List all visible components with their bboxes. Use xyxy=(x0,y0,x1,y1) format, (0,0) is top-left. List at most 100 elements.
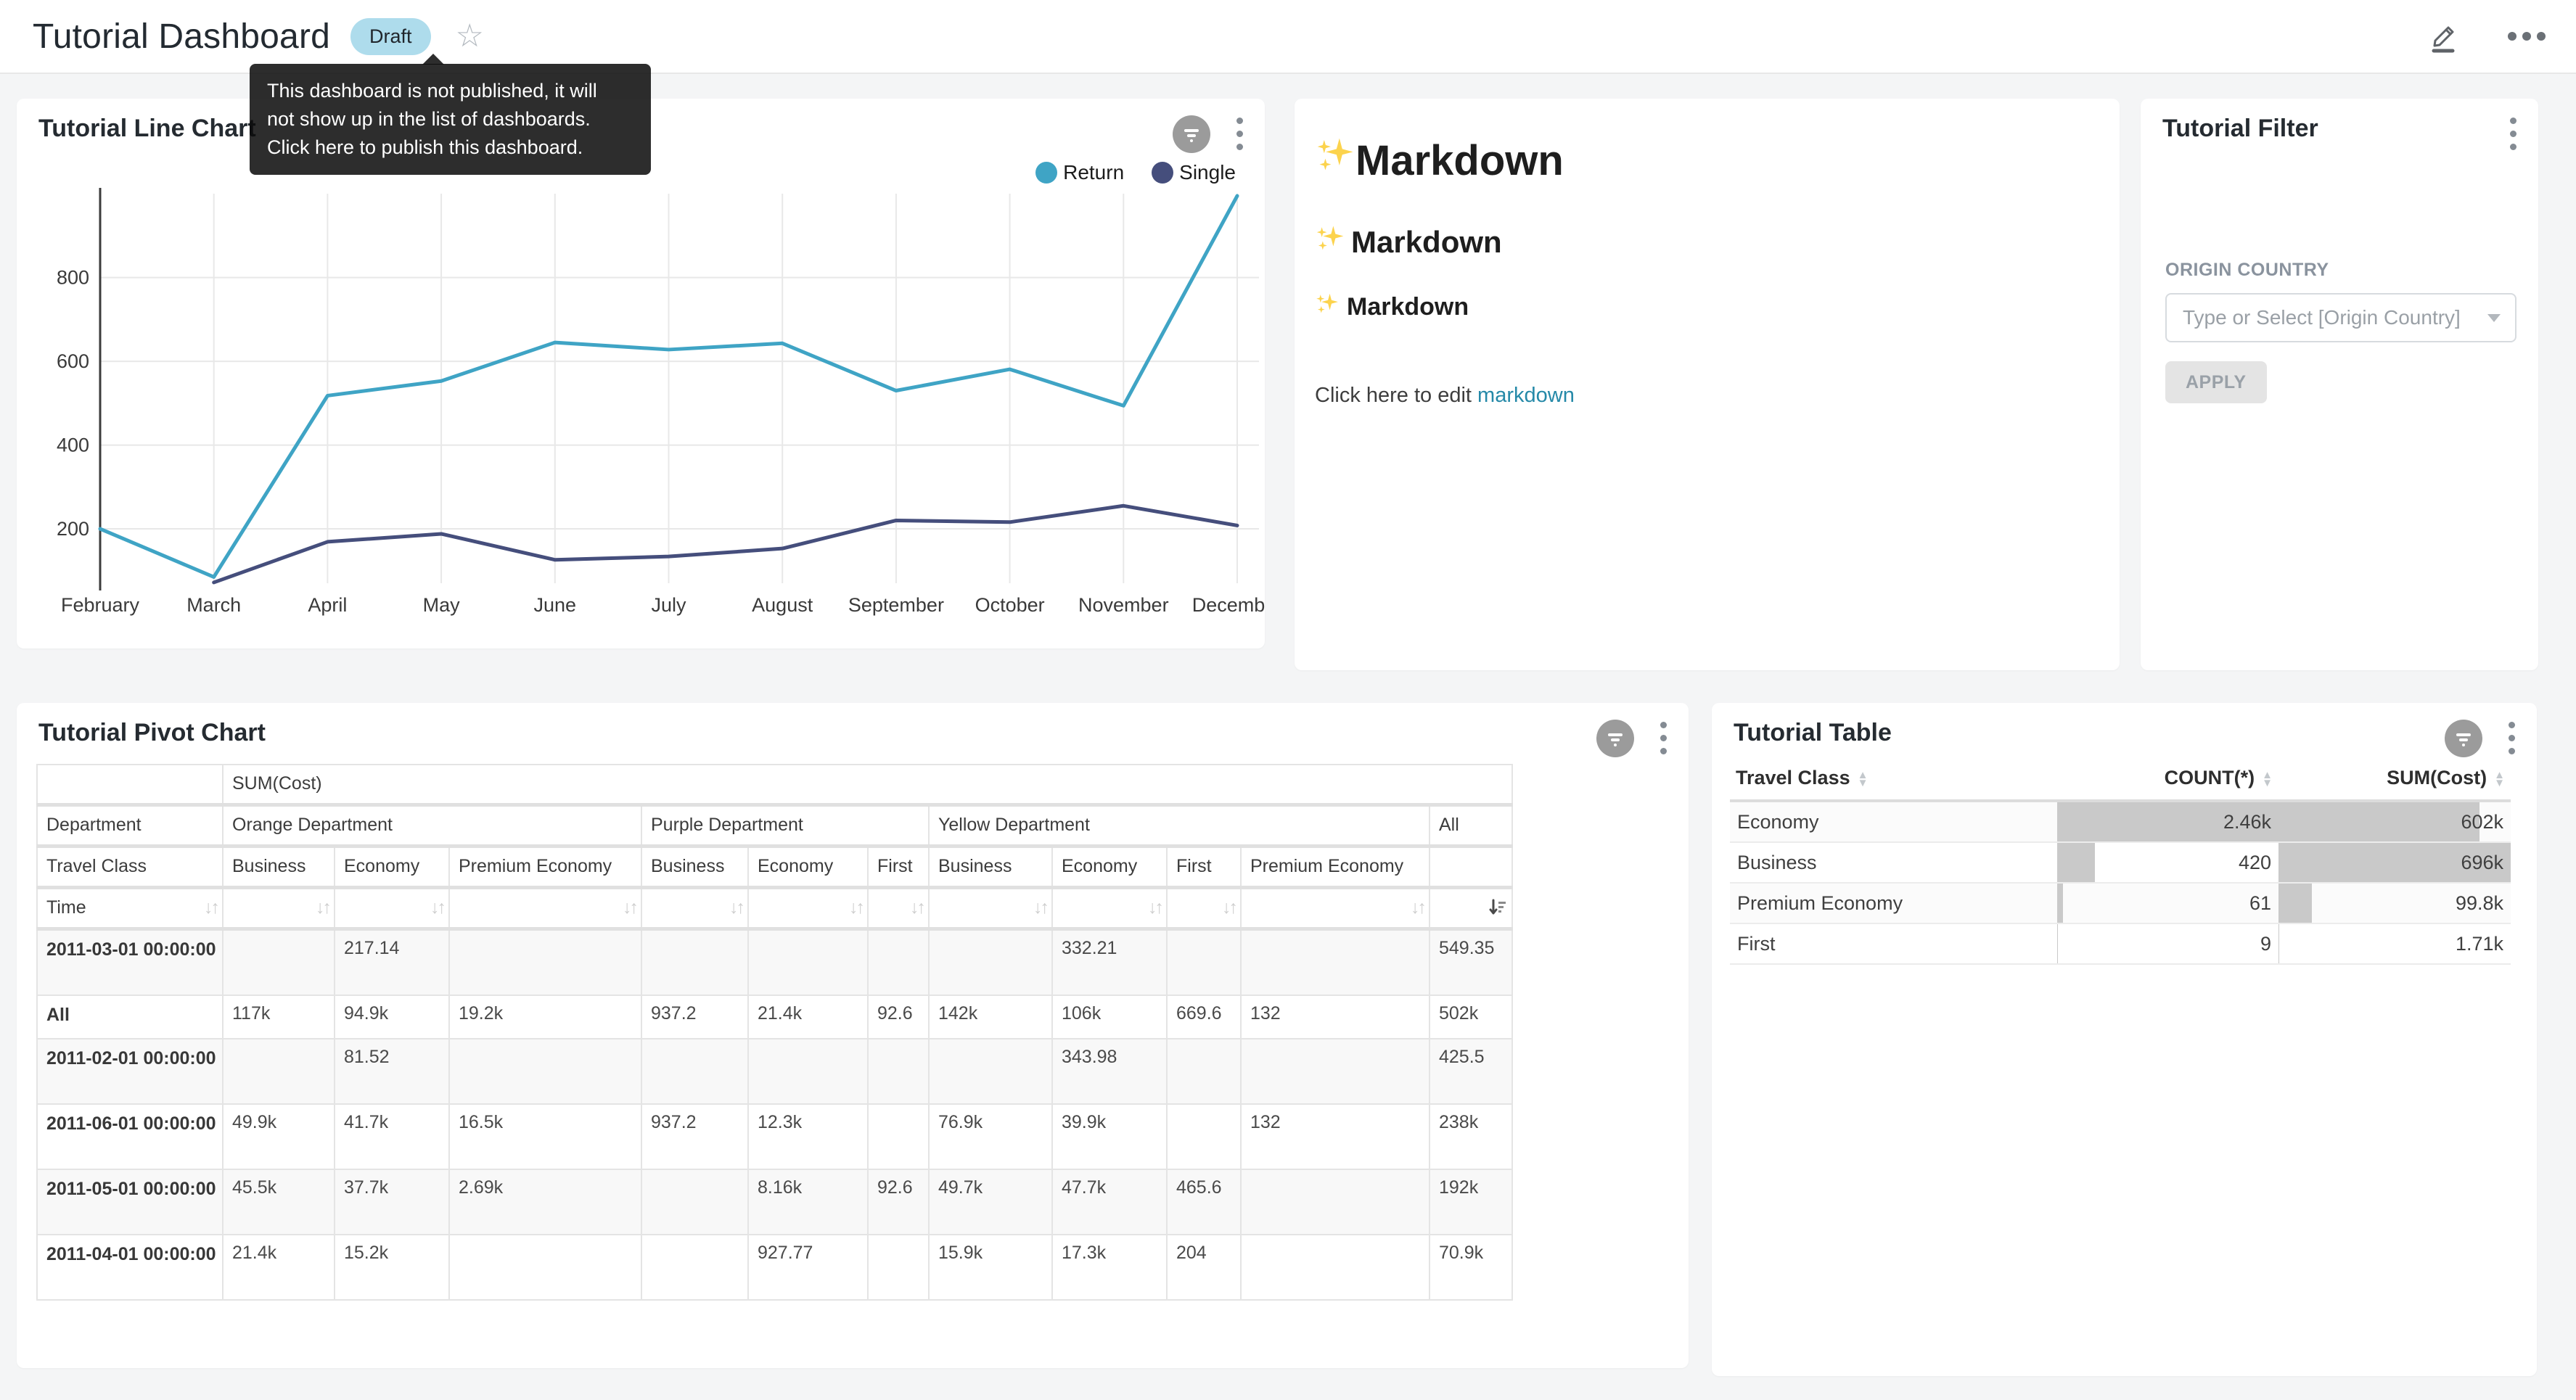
line-chart-card: Tutorial Line Chart ReturnSingle Februar… xyxy=(17,99,1265,648)
pivot-value-cell: 8.16k xyxy=(748,1169,868,1235)
sum-cell: 602k xyxy=(2278,801,2511,842)
pivot-value-cell: 669.6 xyxy=(1167,995,1241,1039)
page-title: Tutorial Dashboard xyxy=(33,17,330,57)
pivot-row-label: 2011-04-01 00:00:00 xyxy=(37,1235,223,1300)
column-header-label: Travel Class xyxy=(1736,767,1850,788)
pivot-value-cell: 2.69k xyxy=(449,1169,641,1235)
pivot-value-cell: 343.98 xyxy=(1052,1039,1167,1104)
pivot-class-header: Premium Economy xyxy=(449,847,641,888)
pivot-department-header: Yellow Department xyxy=(929,805,1429,847)
sort-toggle-icon[interactable]: ↓↑ xyxy=(910,897,924,918)
pivot-value-cell xyxy=(641,1169,748,1235)
caret-up-down-icon: ▲▼ xyxy=(2494,771,2505,787)
value-bar xyxy=(2278,924,2279,963)
select-placeholder: Type or Select [Origin Country] xyxy=(2183,306,2487,329)
tooltip-line: Click here to publish this dashboard. xyxy=(267,133,633,162)
markdown-edit-link[interactable]: markdown xyxy=(1477,384,1575,407)
y-axis-label: 800 xyxy=(57,267,89,289)
chart-menu-icon[interactable] xyxy=(2506,719,2518,757)
draft-badge[interactable]: Draft xyxy=(350,18,431,55)
table-row: Economy2.46k602k xyxy=(1730,801,2511,842)
cell-value: 2.46k xyxy=(2223,811,2271,833)
pivot-value-cell xyxy=(641,929,748,996)
sort-toggle-icon[interactable]: ↓↑ xyxy=(1033,897,1047,918)
x-axis-label: April xyxy=(308,594,347,616)
pivot-value-cell xyxy=(868,929,929,996)
pivot-value-cell: 132 xyxy=(1241,1104,1429,1169)
pivot-sort-cell: ↓↑ xyxy=(929,888,1052,929)
filter-indicator-icon[interactable] xyxy=(2445,720,2482,757)
pivot-class-header: Economy xyxy=(335,847,449,888)
dashboard-header: Tutorial Dashboard Draft ☆ xyxy=(0,0,2576,74)
x-axis-label: June xyxy=(534,594,577,616)
sort-toggle-icon[interactable]: ↓↑ xyxy=(1222,897,1236,918)
edit-pencil-icon[interactable] xyxy=(2425,17,2463,55)
pivot-row: 2011-02-01 00:00:0081.52343.98425.5 xyxy=(37,1039,1512,1104)
pivot-value-cell: 15.2k xyxy=(335,1235,449,1300)
sort-toggle-icon[interactable]: ↓↑ xyxy=(204,897,218,918)
pivot-value-cell: 332.21 xyxy=(1052,929,1167,996)
pivot-row: All117k94.9k19.2k937.221.4k92.6142k106k6… xyxy=(37,995,1512,1039)
pivot-value-cell: 117k xyxy=(223,995,335,1039)
sort-toggle-icon[interactable]: ↓↑ xyxy=(1148,897,1162,918)
pivot-value-cell: 425.5 xyxy=(1429,1039,1512,1104)
series-line-single xyxy=(214,506,1237,582)
table-card: Tutorial Table Travel Class▲▼COUNT(*)▲▼S… xyxy=(1712,703,2537,1376)
caret-up-down-icon: ▲▼ xyxy=(2262,771,2273,787)
legend-item-single[interactable]: Single xyxy=(1152,161,1236,184)
pivot-value-cell: 204 xyxy=(1167,1235,1241,1300)
count-cell: 9 xyxy=(2057,923,2278,964)
pivot-value-cell: 937.2 xyxy=(641,1104,748,1169)
sort-toggle-icon[interactable]: ↓↑ xyxy=(316,897,329,918)
chart-menu-icon[interactable] xyxy=(1657,719,1670,757)
x-axis-label: July xyxy=(651,594,686,616)
pivot-value-cell xyxy=(868,1039,929,1104)
column-header-travel-class[interactable]: Travel Class▲▼ xyxy=(1730,759,2057,801)
sort-toggle-icon[interactable]: ↓↑ xyxy=(623,897,636,918)
filter-menu-icon[interactable] xyxy=(2507,115,2519,153)
pivot-time-label: Time xyxy=(46,897,86,918)
caret-down-icon xyxy=(2487,314,2501,322)
sort-toggle-icon[interactable]: ↓↑ xyxy=(849,897,863,918)
pivot-class-header: First xyxy=(868,847,929,888)
pivot-value-cell xyxy=(1241,929,1429,996)
sum-cell: 696k xyxy=(2278,842,2511,883)
column-header-sum-cost-[interactable]: SUM(Cost)▲▼ xyxy=(2278,759,2511,801)
favorite-star-icon[interactable]: ☆ xyxy=(456,20,484,52)
tooltip-line: not show up in the list of dashboards. xyxy=(267,105,633,133)
cell-value: 420 xyxy=(2239,852,2271,873)
sort-descending-icon[interactable] xyxy=(1488,898,1507,917)
x-axis-label: May xyxy=(423,594,461,616)
column-header-count-[interactable]: COUNT(*)▲▼ xyxy=(2057,759,2278,801)
legend-label: Single xyxy=(1179,161,1236,184)
pivot-row-label: 2011-06-01 00:00:00 xyxy=(37,1104,223,1169)
pivot-value-cell xyxy=(449,1039,641,1104)
legend-item-return[interactable]: Return xyxy=(1035,161,1124,184)
x-axis-label: December xyxy=(1192,594,1265,616)
pivot-value-cell xyxy=(641,1039,748,1104)
apply-button[interactable]: APPLY xyxy=(2165,361,2267,403)
sort-toggle-icon[interactable]: ↓↑ xyxy=(1411,897,1424,918)
markdown-h1: Markdown xyxy=(1315,135,2098,186)
sort-toggle-icon[interactable]: ↓↑ xyxy=(430,897,444,918)
pivot-chart-card: Tutorial Pivot Chart SUM(Cost)Department… xyxy=(17,703,1689,1368)
sort-toggle-icon[interactable]: ↓↑ xyxy=(729,897,743,918)
pivot-value-cell xyxy=(449,1235,641,1300)
pivot-value-cell: 15.9k xyxy=(929,1235,1052,1300)
pivot-sort-cell: ↓↑ xyxy=(1241,888,1429,929)
filter-indicator-icon[interactable] xyxy=(1596,720,1634,757)
cell-value: 1.71k xyxy=(2456,933,2503,955)
filter-card: Tutorial Filter ORIGIN COUNTRY Type or S… xyxy=(2141,99,2538,670)
draft-tooltip: This dashboard is not published, it will… xyxy=(250,64,651,175)
markdown-card: Markdown Markdown Markdown Click here to… xyxy=(1295,99,2120,670)
pivot-value-cell xyxy=(641,1235,748,1300)
sparkles-icon xyxy=(1315,223,1345,261)
more-options-icon[interactable] xyxy=(2506,29,2547,44)
y-axis-label: 400 xyxy=(57,435,89,456)
pivot-value-cell xyxy=(868,1235,929,1300)
travel-class-cell: Premium Economy xyxy=(1730,883,2057,923)
markdown-h2: Markdown xyxy=(1315,223,2098,261)
origin-country-select[interactable]: Type or Select [Origin Country] xyxy=(2165,293,2516,342)
pivot-table: SUM(Cost)DepartmentOrange DepartmentPurp… xyxy=(36,764,1513,1301)
pivot-sort-cell-active xyxy=(1429,888,1512,929)
